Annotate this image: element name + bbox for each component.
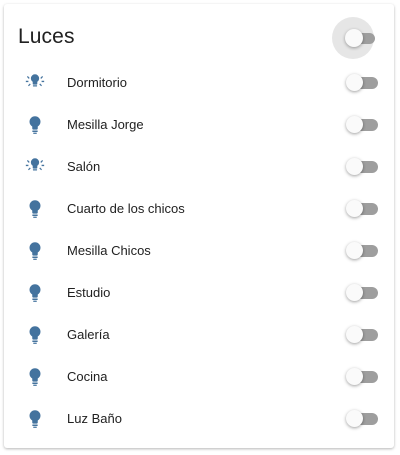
lightbulb-icon[interactable] [24,282,46,304]
entity-label[interactable]: Mesilla Jorge [67,117,144,132]
toggle-thumb [346,368,363,385]
entity-toggle[interactable] [344,282,380,302]
entity-toggle[interactable] [344,198,380,218]
all-lights-toggle[interactable] [332,17,376,61]
entity-row-mesilla-chicos: Mesilla Chicos [4,230,394,272]
lightbulb-icon[interactable] [24,240,46,262]
entity-toggle[interactable] [344,324,380,344]
entity-row-cocina: Cocina [4,356,394,398]
entity-toggle[interactable] [344,366,380,386]
entity-toggle[interactable] [344,114,380,134]
entity-label[interactable]: Estudio [67,285,110,300]
entity-row-estudio: Estudio [4,272,394,314]
entity-toggle[interactable] [344,408,380,428]
toggle-thumb [346,158,363,175]
lightbulb-icon[interactable] [24,324,46,346]
toggle-thumb [346,410,363,427]
entity-label[interactable]: Salón [67,159,100,174]
toggle-thumb [346,74,363,91]
entity-toggle[interactable] [344,240,380,260]
lightbulb-icon[interactable] [24,408,46,430]
ceiling-lamp-group-icon[interactable] [24,72,46,94]
entity-label[interactable]: Cocina [67,369,107,384]
toggle-thumb [346,284,363,301]
entity-label[interactable]: Galería [67,327,110,342]
lightbulb-icon[interactable] [24,366,46,388]
ceiling-lamp-group-icon[interactable] [24,156,46,178]
entity-toggle[interactable] [344,72,380,92]
entity-row-dormitorio: Dormitorio [4,62,394,104]
entity-label[interactable]: Dormitorio [67,75,127,90]
toggle-thumb [346,116,363,133]
toggle-thumb [346,242,363,259]
toggle-thumb [345,29,363,47]
toggle-thumb [346,200,363,217]
lights-card: Luces Dormitorio Mesilla Jorge Salón Cua… [4,4,394,448]
entity-row-mesilla-jorge: Mesilla Jorge [4,104,394,146]
entity-row-luz-bano: Luz Baño [4,398,394,440]
entity-row-salon: Salón [4,146,394,188]
entity-row-galeria: Galería [4,314,394,356]
lightbulb-icon[interactable] [24,198,46,220]
card-title: Luces [18,25,75,48]
entity-label[interactable]: Mesilla Chicos [67,243,151,258]
entity-toggle[interactable] [344,156,380,176]
entity-row-cuarto-de-los-chicos: Cuarto de los chicos [4,188,394,230]
entity-label[interactable]: Cuarto de los chicos [67,201,185,216]
entity-label[interactable]: Luz Baño [67,411,122,426]
toggle-thumb [346,326,363,343]
lightbulb-icon[interactable] [24,114,46,136]
